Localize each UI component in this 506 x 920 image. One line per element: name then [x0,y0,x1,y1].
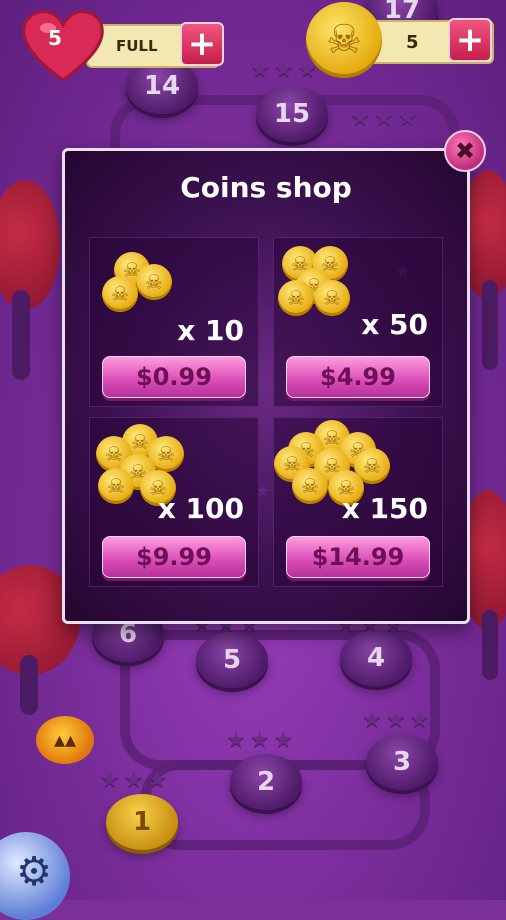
shop-item[interactable]: ☠ ☠ ☠ ☠ ☠ ☠ ☠ ☠ x 150 $14.99 [273,417,443,587]
item-quantity: x 150 [341,492,428,525]
skull-icon: ☠ [301,474,319,498]
skull-icon: ☠ [363,454,381,478]
skull-coin-icon: ☠ [278,280,314,316]
star-icon: ★ [147,768,168,793]
level-node-15[interactable]: 15 [256,86,328,142]
coins-count: 5 [406,31,419,53]
star-icon: ★ [273,728,294,753]
close-button[interactable]: ✖ [444,130,486,172]
star-icon: ★ [226,728,246,753]
skull-coin-icon: ☠ [292,468,328,504]
skull-icon: ☠ [107,474,125,498]
skull-icon: ☠ [105,442,123,466]
star-icon: ★ [249,728,270,753]
star-icon: ★ [409,708,430,733]
skull-icon: ☠ [145,270,163,294]
skull-icon: ☠ [131,430,149,454]
shop-item[interactable]: ☠ ☠ ☠ ☠ ☠ ☠ x 100 $9.99 [89,417,259,587]
level-stars: ★ ★ ★ [100,768,167,793]
plus-icon: + [187,24,217,64]
item-quantity: x 10 [177,314,244,347]
star-icon: ★ [350,106,370,131]
skull-coin-icon: ☠ [102,276,138,312]
skull-coin-icon: ☠ [306,2,382,78]
tree [0,180,70,390]
level-stars: ★ ★ ★ [250,58,317,83]
level-node-4[interactable]: 4 [340,630,412,686]
skull-icon: ☠ [323,286,341,310]
level-stars: ★ ★ ★ [226,728,293,753]
buy-button[interactable]: $14.99 [286,536,430,578]
pumpkin-icon: ▴▴ [36,716,94,764]
dialog-title: Coins shop [180,171,352,204]
lives-status: FULL [116,37,158,55]
heart-icon: 5 [20,8,106,84]
level-stars: ★ ★ ★ [362,708,429,733]
star-icon: ★ [100,768,120,793]
star-icon: ★ [373,106,394,131]
skull-coin-icon: ☠ [314,280,350,316]
skull-coin-icon: ☠ [98,468,134,504]
skull-icon: ☠ [157,442,175,466]
plus-icon: + [455,20,485,60]
star-icon: ★ [397,106,418,131]
close-icon: ✖ [454,137,476,165]
shop-item[interactable]: ☠ ☠ ☠ x 10 $0.99 [89,237,259,407]
lives-count: 5 [48,26,62,50]
star-icon: ★ [385,708,406,733]
star-icon: ★ [362,708,382,733]
coins-shop-dialog: Coins shop ★ ★ ★ ☠ ☠ ☠ x 10 $0.99 ☠ ☠ ☠ … [62,148,470,624]
item-quantity: x 100 [157,492,244,525]
add-coins-button[interactable]: + [448,18,492,62]
buy-button[interactable]: $9.99 [102,536,246,578]
star-icon: ★ [250,58,270,83]
level-node-1[interactable]: 1 [106,794,178,850]
skull-icon: ☠ [323,426,341,450]
shop-item[interactable]: ☠ ☠ ☠ ☠ ☠ x 50 $4.99 [273,237,443,407]
skull-icon: ☠ [326,17,362,63]
gear-icon: ⚙ [16,849,52,895]
level-stars: ★ ★ ★ [350,106,417,131]
level-node-3[interactable]: 3 [366,734,438,790]
buy-button[interactable]: $0.99 [102,356,246,398]
item-quantity: x 50 [361,308,428,341]
buy-button[interactable]: $4.99 [286,356,430,398]
add-lives-button[interactable]: + [180,22,224,66]
level-node-5[interactable]: 5 [196,632,268,688]
level-node-2[interactable]: 2 [230,754,302,810]
star-icon: ★ [273,58,294,83]
star-icon: ★ [123,768,144,793]
skull-coin-icon: ☠ [136,264,172,300]
pumpkin-face: ▴▴ [53,727,77,753]
skull-icon: ☠ [111,282,129,306]
skull-icon: ☠ [287,286,305,310]
